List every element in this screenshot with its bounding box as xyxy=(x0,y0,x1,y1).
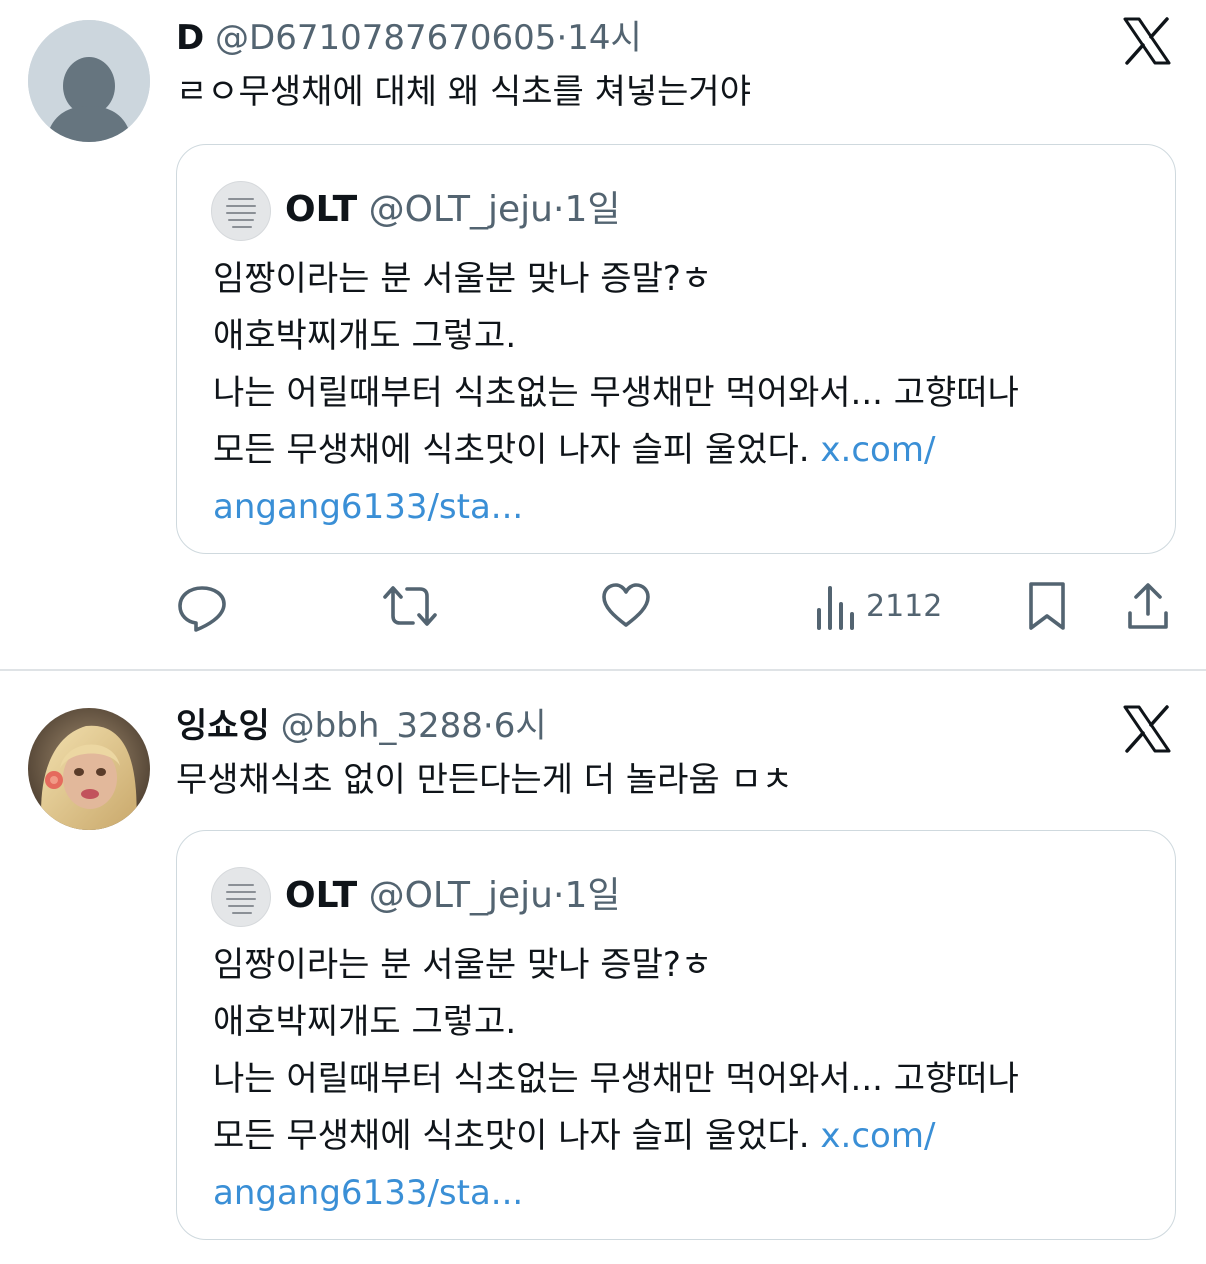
quoted-text-line: 애호박찌개도 그렇고. xyxy=(213,1002,517,1042)
tweet-text: 무생채식초 없이 만든다는게 더 놀라움 ㅁㅊ xyxy=(176,760,794,800)
heart-icon xyxy=(602,583,650,627)
tweet[interactable]: 잉쇼잉 @bbh_3288·6시 무생채식초 없이 만든다는게 더 놀라움 ㅁㅊ… xyxy=(0,670,1206,1264)
quoted-text-line: 모든 무생채에 식초맛이 나자 슬피 울었다. x.com/ xyxy=(213,1116,936,1156)
views-icon xyxy=(817,586,854,630)
quoted-text-line: 임짱이라는 분 서울분 맞나 증말?ㅎ xyxy=(213,945,713,985)
separator-dot: · xyxy=(553,189,565,230)
reply-icon xyxy=(178,586,226,632)
action-bar: 2112 xyxy=(176,570,1186,642)
share-icon xyxy=(1128,583,1168,629)
tweet-text: ㄹㅇ무생채에 대체 왜 식초를 쳐넣는거야 xyxy=(176,72,751,112)
quoted-link[interactable]: angang6133/sta... xyxy=(213,1165,1163,1222)
author-handle[interactable]: @D6710787670605 xyxy=(215,18,556,58)
quoted-avatar[interactable] xyxy=(211,181,271,241)
quoted-text-line: 애호박찌개도 그렇고. xyxy=(213,316,517,356)
like-button[interactable] xyxy=(600,578,652,634)
bookmark-icon xyxy=(1029,582,1065,630)
share-button[interactable] xyxy=(1126,578,1170,634)
avatar[interactable] xyxy=(28,708,150,830)
default-avatar[interactable] xyxy=(28,20,150,142)
quoted-timestamp: 1일 xyxy=(564,189,621,230)
author-name[interactable]: D xyxy=(176,18,204,58)
bookmark-button[interactable] xyxy=(1026,578,1068,634)
quoted-author-handle: @OLT_jeju xyxy=(368,875,553,916)
quoted-tweet[interactable]: OLT @OLT_jeju·1일 임짱이라는 분 서울분 맞나 증말?ㅎ 애호박… xyxy=(176,144,1176,554)
quoted-author-handle: @OLT_jeju xyxy=(368,189,553,230)
quoted-text-line: 나는 어릴때부터 식초없는 무생채만 먹어와서... 고향떠나 xyxy=(213,1059,1019,1099)
quoted-author-name: OLT xyxy=(285,875,358,916)
doll-avatar-image xyxy=(28,708,150,830)
separator-dot: · xyxy=(482,706,494,746)
reply-button[interactable] xyxy=(176,578,228,634)
quoted-author-name: OLT xyxy=(285,189,358,230)
tweet-header: 잉쇼잉 @bbh_3288·6시 xyxy=(176,704,547,748)
retweet-button[interactable] xyxy=(382,578,438,634)
quoted-avatar[interactable] xyxy=(211,867,271,927)
quoted-text-line: 모든 무생채에 식초맛이 나자 슬피 울었다. x.com/ xyxy=(213,430,936,470)
quoted-header: OLT @OLT_jeju·1일 xyxy=(285,873,620,919)
author-name[interactable]: 잉쇼잉 xyxy=(176,706,270,746)
separator-dot: · xyxy=(556,18,568,58)
default-profile-icon xyxy=(28,20,150,142)
quoted-timestamp: 1일 xyxy=(564,875,621,916)
quoted-link[interactable]: x.com/ xyxy=(820,430,935,470)
views-count: 2112 xyxy=(866,588,943,624)
tweet[interactable]: D @D6710787670605·14시 ㄹㅇ무생채에 대체 왜 식초를 쳐넣… xyxy=(0,0,1206,670)
quoted-text: 임짱이라는 분 서울분 맞나 증말?ㅎ 애호박찌개도 그렇고. 나는 어릴때부터… xyxy=(213,251,1163,536)
quoted-text-line: 나는 어릴때부터 식초없는 무생채만 먹어와서... 고향떠나 xyxy=(213,373,1019,413)
author-handle[interactable]: @bbh_3288 xyxy=(281,706,483,746)
quoted-header: OLT @OLT_jeju·1일 xyxy=(285,187,620,233)
x-logo-icon xyxy=(1123,17,1171,65)
quoted-tweet[interactable]: OLT @OLT_jeju·1일 임짱이라는 분 서울분 맞나 증말?ㅎ 애호박… xyxy=(176,830,1176,1240)
views-button[interactable]: 2112 xyxy=(814,578,942,634)
separator-dot: · xyxy=(553,875,565,916)
quoted-link[interactable]: angang6133/sta... xyxy=(213,479,1163,536)
timestamp[interactable]: 14시 xyxy=(567,18,642,58)
retweet-icon xyxy=(383,586,437,626)
quoted-link[interactable]: x.com/ xyxy=(820,1116,935,1156)
tweet-header: D @D6710787670605·14시 xyxy=(176,16,642,60)
quoted-text-line: 임짱이라는 분 서울분 맞나 증말?ㅎ xyxy=(213,259,713,299)
timestamp[interactable]: 6시 xyxy=(494,706,547,746)
x-logo-icon xyxy=(1123,705,1171,753)
quoted-text: 임짱이라는 분 서울분 맞나 증말?ㅎ 애호박찌개도 그렇고. 나는 어릴때부터… xyxy=(213,937,1163,1222)
